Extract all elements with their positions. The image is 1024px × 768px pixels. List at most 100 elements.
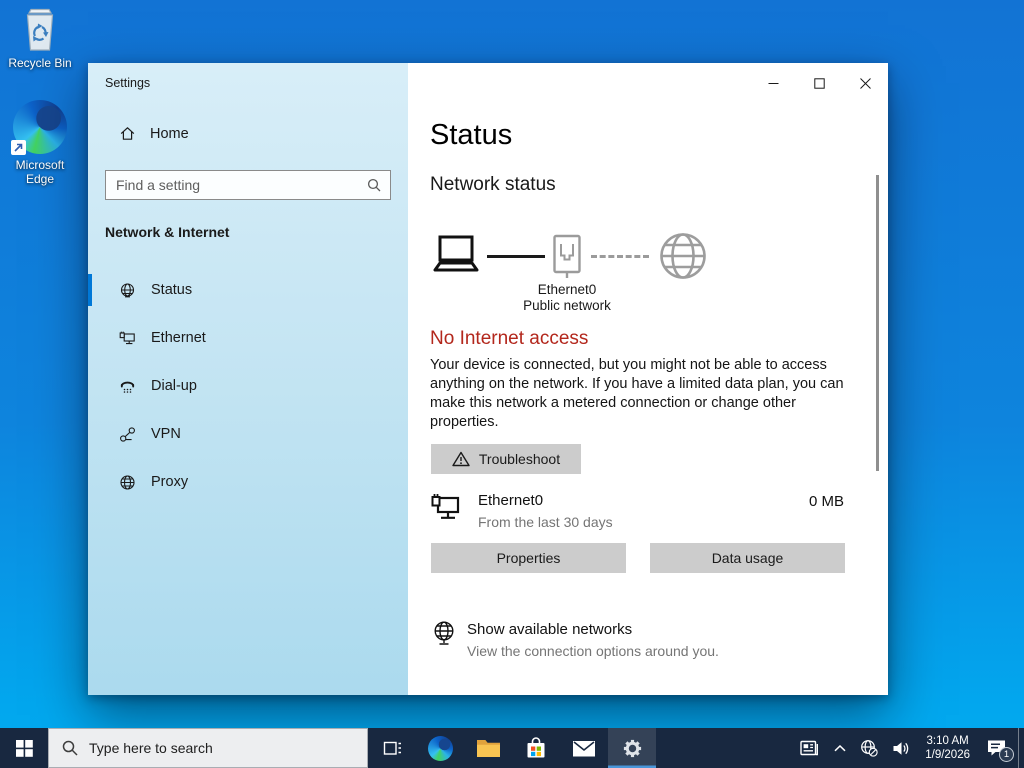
sidebar-item-home[interactable]: Home — [119, 125, 189, 142]
windows-logo-icon — [15, 739, 33, 757]
maximize-icon — [813, 77, 825, 89]
speaker-icon — [893, 741, 909, 755]
vpn-icon — [120, 426, 135, 442]
settings-content: Status Network status Ethernet0 Public n… — [408, 63, 888, 695]
network-tray-button[interactable] — [853, 728, 885, 768]
sidebar-item-label: Status — [151, 282, 193, 298]
file-explorer-icon — [476, 740, 500, 757]
taskbar-store-button[interactable] — [512, 728, 560, 768]
usage-adapter-name: Ethernet0 — [478, 492, 544, 509]
sidebar-item-label: Ethernet — [151, 330, 206, 346]
adapter-name: Ethernet0 — [537, 282, 597, 297]
desktop-icon-recycle-bin[interactable]: Recycle Bin — [1, 6, 79, 70]
desktop-icon-label: Recycle Bin — [8, 56, 72, 70]
start-button[interactable] — [0, 728, 48, 768]
alert-body: Your device is connected, but you might … — [430, 357, 844, 430]
connection-line — [487, 254, 545, 258]
minimize-button[interactable] — [750, 63, 796, 103]
action-center-button[interactable]: 1 — [978, 728, 1018, 768]
chevron-up-icon — [834, 744, 846, 751]
volume-tray-button[interactable] — [885, 728, 917, 768]
close-icon — [859, 77, 871, 89]
page-title: Status — [430, 119, 513, 151]
settings-sidebar: Settings Home Network & Internet — [88, 63, 408, 695]
desktop-icon-label: Microsoft Edge — [15, 158, 65, 186]
dialup-icon — [120, 381, 135, 393]
desktop-background: Recycle Bin Microsoft Edge Settings Home — [0, 0, 1024, 768]
network-type: Public network — [523, 298, 611, 313]
show-available-networks-link[interactable]: Show available networks — [467, 621, 632, 638]
troubleshoot-button[interactable]: Troubleshoot — [431, 444, 581, 474]
usage-period: From the last 30 days — [478, 514, 613, 530]
tray-overflow-button[interactable] — [827, 728, 853, 768]
taskbar-clock[interactable]: 3:10 AM 1/9/2026 — [917, 728, 978, 768]
notification-badge: 1 — [999, 747, 1014, 762]
window-title: Settings — [105, 76, 151, 90]
sidebar-nav: Status Ethernet Dial-up VPN Proxy — [88, 272, 408, 512]
system-tray: 3:10 AM 1/9/2026 1 — [793, 728, 1024, 768]
proxy-globe-icon — [120, 474, 135, 490]
desktop-icon-microsoft-edge[interactable]: Microsoft Edge — [1, 100, 79, 186]
sidebar-item-ethernet[interactable]: Ethernet — [88, 320, 408, 356]
sidebar-section-title: Network & Internet — [105, 224, 230, 240]
properties-label: Properties — [496, 550, 561, 566]
warning-icon — [452, 451, 470, 467]
sidebar-item-dialup[interactable]: Dial-up — [88, 368, 408, 404]
show-available-networks-subtitle: View the connection options around you. — [467, 643, 719, 659]
internet-globe-icon — [660, 233, 706, 279]
ethernet-node: Ethernet0 Public network — [523, 234, 611, 313]
sidebar-item-vpn[interactable]: VPN — [88, 416, 408, 452]
taskbar-search-box[interactable]: Type here to search — [48, 728, 368, 768]
maximize-button[interactable] — [796, 63, 842, 103]
internet-dashed-line — [591, 254, 649, 258]
alert-title: No Internet access — [430, 328, 589, 349]
recycle-bin-icon — [26, 8, 54, 51]
scrollbar-thumb[interactable] — [876, 175, 879, 471]
taskbar-edge-button[interactable] — [416, 728, 464, 768]
home-icon — [120, 127, 135, 140]
ethernet-icon — [119, 331, 135, 344]
sidebar-item-label: Proxy — [151, 474, 189, 490]
laptop-icon — [433, 235, 479, 272]
settings-search-input[interactable] — [106, 177, 367, 193]
clock-date: 1/9/2026 — [925, 749, 970, 761]
edge-icon — [11, 100, 67, 155]
data-usage-button[interactable]: Data usage — [650, 543, 845, 573]
properties-button[interactable]: Properties — [431, 543, 626, 573]
search-icon — [367, 178, 381, 192]
data-usage-label: Data usage — [711, 550, 784, 566]
show-desktop-button[interactable] — [1018, 728, 1024, 768]
news-icon — [800, 740, 819, 755]
gear-icon — [623, 739, 641, 757]
sidebar-item-label: Dial-up — [151, 378, 197, 394]
sidebar-item-status[interactable]: Status — [88, 272, 408, 308]
search-icon — [62, 740, 78, 756]
ethernet-node-labels: Ethernet0 Public network — [523, 282, 611, 314]
window-controls — [750, 63, 888, 103]
available-networks-icon[interactable] — [432, 621, 456, 647]
sidebar-item-proxy[interactable]: Proxy — [88, 464, 408, 500]
taskbar-file-explorer-button[interactable] — [464, 728, 512, 768]
edge-icon — [427, 735, 453, 761]
sidebar-home-label: Home — [150, 125, 189, 142]
settings-search-box[interactable] — [105, 170, 391, 200]
clock-time: 3:10 AM — [926, 735, 969, 747]
mail-icon — [573, 740, 595, 756]
task-view-icon — [383, 741, 401, 755]
settings-window: Settings Home Network & Internet — [88, 63, 888, 695]
task-view-button[interactable] — [368, 728, 416, 768]
news-and-interests-button[interactable] — [793, 728, 827, 768]
sidebar-item-label: VPN — [151, 426, 181, 442]
troubleshoot-label: Troubleshoot — [478, 451, 561, 467]
microsoft-store-icon — [527, 736, 545, 757]
minimize-icon — [768, 82, 778, 84]
shortcut-arrow-icon — [11, 140, 26, 155]
taskbar-search-placeholder: Type here to search — [89, 740, 213, 756]
network-diagram: Ethernet0 Public network — [432, 228, 708, 313]
taskbar-mail-button[interactable] — [560, 728, 608, 768]
taskbar-settings-button[interactable] — [608, 728, 656, 768]
ethernet-port-icon — [553, 234, 581, 278]
ethernet-adapter-icon — [431, 494, 460, 519]
close-button[interactable] — [842, 63, 888, 103]
network-status-heading: Network status — [430, 174, 556, 195]
